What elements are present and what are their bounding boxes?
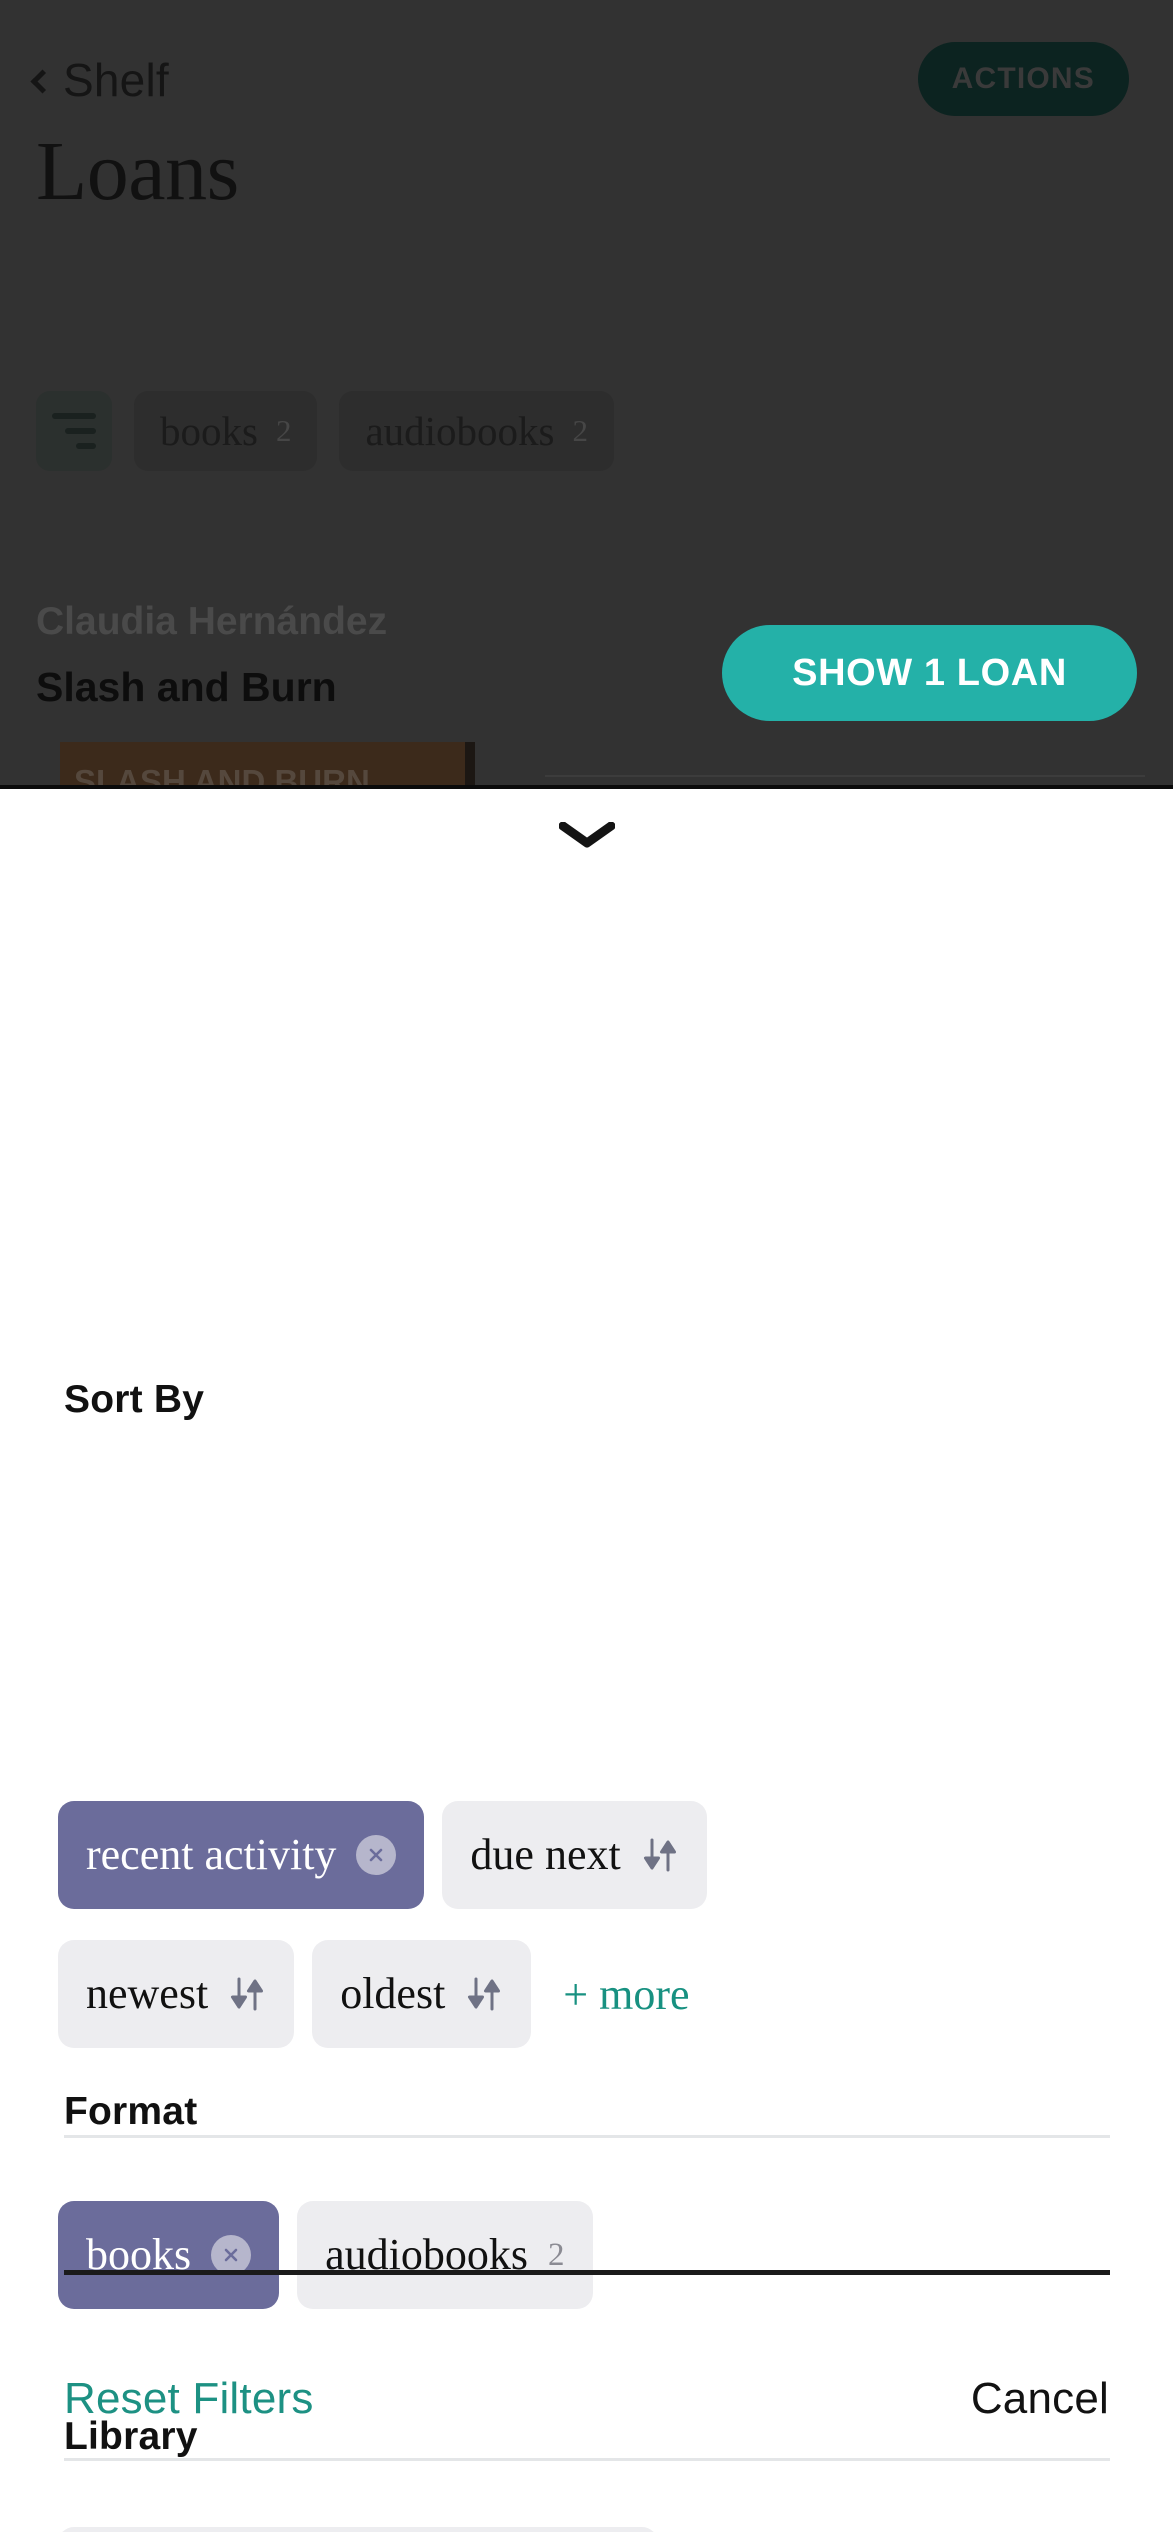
sort-line-1 bbox=[52, 413, 96, 419]
remove-icon[interactable] bbox=[211, 2235, 252, 2275]
remove-icon[interactable] bbox=[356, 1835, 397, 1875]
sort-by-chip-row-1: recent activity due next bbox=[58, 1801, 707, 1909]
section-divider-2 bbox=[64, 2458, 1110, 2461]
chip-newest[interactable]: newest bbox=[58, 1940, 295, 2048]
section-title-sort-by: Sort By bbox=[64, 1378, 205, 1421]
footer-divider bbox=[64, 2270, 1110, 2275]
loan-title[interactable]: Slash and Burn bbox=[36, 664, 337, 711]
chip-format-books[interactable]: books bbox=[58, 2201, 280, 2309]
book-cover-spine bbox=[465, 742, 475, 789]
background-chip-audiobooks[interactable]: audiobooks 2 bbox=[339, 391, 615, 471]
background-chip-books[interactable]: books 2 bbox=[134, 391, 318, 471]
sort-arrows-icon bbox=[468, 1977, 501, 2011]
background-chip-audiobooks-count: 2 bbox=[572, 413, 589, 448]
background-filter-row: books 2 audiobooks 2 bbox=[36, 391, 615, 471]
sort-lines-icon[interactable] bbox=[36, 391, 112, 471]
cancel-button[interactable]: Cancel bbox=[971, 2374, 1109, 2424]
back-label: Shelf bbox=[63, 54, 169, 106]
show-loan-button[interactable]: SHOW 1 LOAN bbox=[722, 625, 1137, 721]
actions-button[interactable]: ACTIONS bbox=[917, 42, 1129, 116]
library-chip-row-1: libby academy public library 1 bbox=[58, 2527, 658, 2532]
sort-arrows-icon bbox=[231, 1977, 264, 2011]
chip-oldest-label: oldest bbox=[340, 1969, 446, 2018]
background-list-divider bbox=[545, 775, 1145, 777]
back-to-shelf-link[interactable]: Shelf bbox=[30, 40, 169, 120]
background-chip-books-count: 2 bbox=[275, 413, 292, 448]
chip-format-audiobooks-count: 2 bbox=[548, 2236, 565, 2273]
format-chip-row: books audiobooks 2 bbox=[58, 2201, 593, 2309]
chip-recent-activity[interactable]: recent activity bbox=[58, 1801, 425, 1909]
chip-format-audiobooks[interactable]: audiobooks 2 bbox=[297, 2201, 593, 2309]
chip-newest-label: newest bbox=[86, 1969, 209, 2018]
sort-line-2 bbox=[65, 428, 96, 434]
background-chip-books-label: books bbox=[160, 408, 258, 454]
book-cover-thumbnail[interactable]: SLASH AND BURN bbox=[60, 742, 465, 789]
sort-line-3 bbox=[76, 443, 96, 449]
chip-due-next[interactable]: due next bbox=[442, 1801, 707, 1909]
reset-filters-button[interactable]: Reset Filters bbox=[64, 2374, 314, 2424]
chip-oldest[interactable]: oldest bbox=[312, 1940, 532, 2048]
chip-library-libby-academy-public-library[interactable]: libby academy public library 1 bbox=[58, 2527, 658, 2532]
sort-arrows-icon bbox=[643, 1838, 676, 1872]
chip-recent-activity-label: recent activity bbox=[86, 1830, 337, 1879]
dimmed-app-backdrop[interactable]: Shelf ACTIONS Loans books 2 audiobooks 2… bbox=[0, 0, 1173, 800]
sort-by-chip-row-2: newest oldest + more bbox=[58, 1940, 690, 2048]
loan-author: Claudia Hernández bbox=[36, 600, 388, 643]
top-nav-bar: Shelf ACTIONS bbox=[0, 40, 1173, 120]
more-sort-options-link[interactable]: + more bbox=[563, 1969, 689, 2020]
background-chip-audiobooks-label: audiobooks bbox=[365, 408, 555, 454]
section-divider-1 bbox=[64, 2135, 1110, 2138]
chevron-left-icon bbox=[30, 68, 55, 94]
chip-due-next-label: due next bbox=[470, 1830, 621, 1879]
page-title: Loans bbox=[36, 125, 239, 218]
section-title-format: Format bbox=[64, 2090, 198, 2133]
chevron-down-icon[interactable] bbox=[555, 817, 619, 853]
